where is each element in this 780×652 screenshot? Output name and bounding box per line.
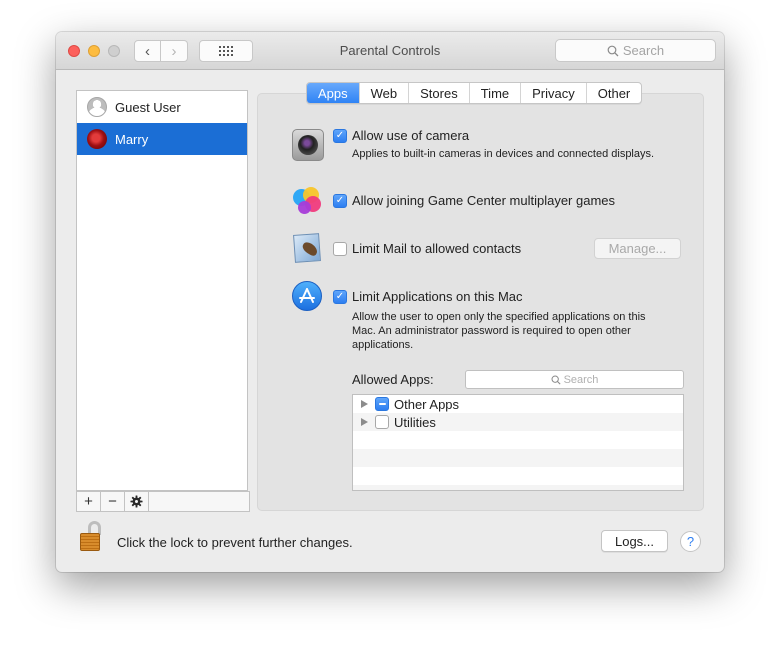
title-bar: ‹ › Parental Controls Search	[56, 32, 724, 70]
tab-stores[interactable]: Stores	[409, 83, 470, 103]
tab-apps[interactable]: Apps	[307, 83, 360, 103]
camera-setting[interactable]: ✓ Allow use of camera	[333, 128, 469, 143]
plus-icon: +	[84, 493, 93, 510]
tab-bar: Apps Web Stores Time Privacy Other	[306, 82, 643, 104]
manage-button[interactable]: Manage...	[594, 238, 681, 259]
user-settings-button[interactable]	[125, 492, 149, 511]
camera-icon	[292, 129, 324, 161]
help-button[interactable]: ?	[680, 531, 701, 552]
rose-avatar-icon	[87, 129, 107, 149]
user-name: Marry	[115, 131, 149, 147]
search-icon	[607, 45, 619, 56]
lock-open-icon[interactable]	[80, 521, 104, 553]
add-user-button[interactable]: +	[77, 492, 101, 511]
guest-avatar-icon	[87, 97, 107, 117]
tab-web[interactable]: Web	[360, 83, 410, 103]
utilities-checkbox[interactable]	[375, 415, 389, 429]
user-list: Guest User Marry	[76, 90, 248, 491]
lock-status-text: Click the lock to prevent further change…	[117, 535, 353, 550]
allowed-apps-list: Other Apps Utilities	[352, 394, 684, 491]
disclosure-triangle-icon[interactable]	[361, 400, 368, 408]
camera-label: Allow use of camera	[352, 128, 470, 143]
limit-apps-label: Limit Applications on this Mac	[352, 289, 523, 304]
list-item-utilities[interactable]: Utilities	[353, 413, 683, 431]
camera-description: Applies to built-in cameras in devices a…	[352, 148, 655, 160]
gear-icon	[130, 495, 143, 508]
mail-icon	[293, 233, 321, 263]
user-list-toolbar: + −	[76, 491, 250, 512]
game-center-checkbox[interactable]: ✓	[333, 193, 347, 208]
user-row-marry[interactable]: Marry	[77, 123, 247, 155]
minus-icon: −	[108, 493, 117, 510]
app-store-icon	[292, 281, 322, 311]
list-item-label: Other Apps	[394, 396, 460, 412]
remove-user-button[interactable]: −	[101, 492, 125, 511]
game-center-setting[interactable]: ✓ Allow joining Game Center multiplayer …	[333, 193, 615, 208]
disclosure-triangle-icon[interactable]	[361, 418, 368, 426]
limit-apps-description: Allow the user to open only the specifie…	[352, 311, 646, 351]
mail-label: Limit Mail to allowed contacts	[352, 241, 522, 256]
parental-controls-window: ‹ › Parental Controls Search Guest User …	[56, 32, 724, 572]
tab-privacy[interactable]: Privacy	[521, 83, 587, 103]
tab-other[interactable]: Other	[587, 83, 642, 103]
user-name: Guest User	[115, 99, 181, 115]
search-placeholder: Search	[563, 373, 599, 386]
allowed-apps-label: Allowed Apps:	[352, 372, 434, 387]
list-item-label: Utilities	[394, 414, 436, 430]
mail-checkbox[interactable]	[333, 241, 347, 256]
search-field[interactable]: Search	[555, 39, 716, 62]
search-icon	[551, 375, 561, 385]
camera-checkbox[interactable]: ✓	[333, 128, 347, 143]
user-row-guest[interactable]: Guest User	[77, 91, 247, 123]
other-apps-checkbox[interactable]	[375, 397, 389, 411]
allowed-apps-search[interactable]: Search	[465, 370, 684, 389]
list-item-other-apps[interactable]: Other Apps	[353, 395, 683, 413]
search-placeholder: Search	[622, 43, 665, 58]
mail-setting[interactable]: Limit Mail to allowed contacts	[333, 241, 521, 256]
game-center-label: Allow joining Game Center multiplayer ga…	[352, 193, 616, 208]
logs-button[interactable]: Logs...	[601, 530, 668, 552]
limit-apps-checkbox[interactable]: ✓	[333, 289, 347, 304]
game-center-icon	[292, 185, 324, 217]
limit-apps-setting[interactable]: ✓ Limit Applications on this Mac	[333, 289, 523, 304]
tab-time[interactable]: Time	[470, 83, 522, 103]
